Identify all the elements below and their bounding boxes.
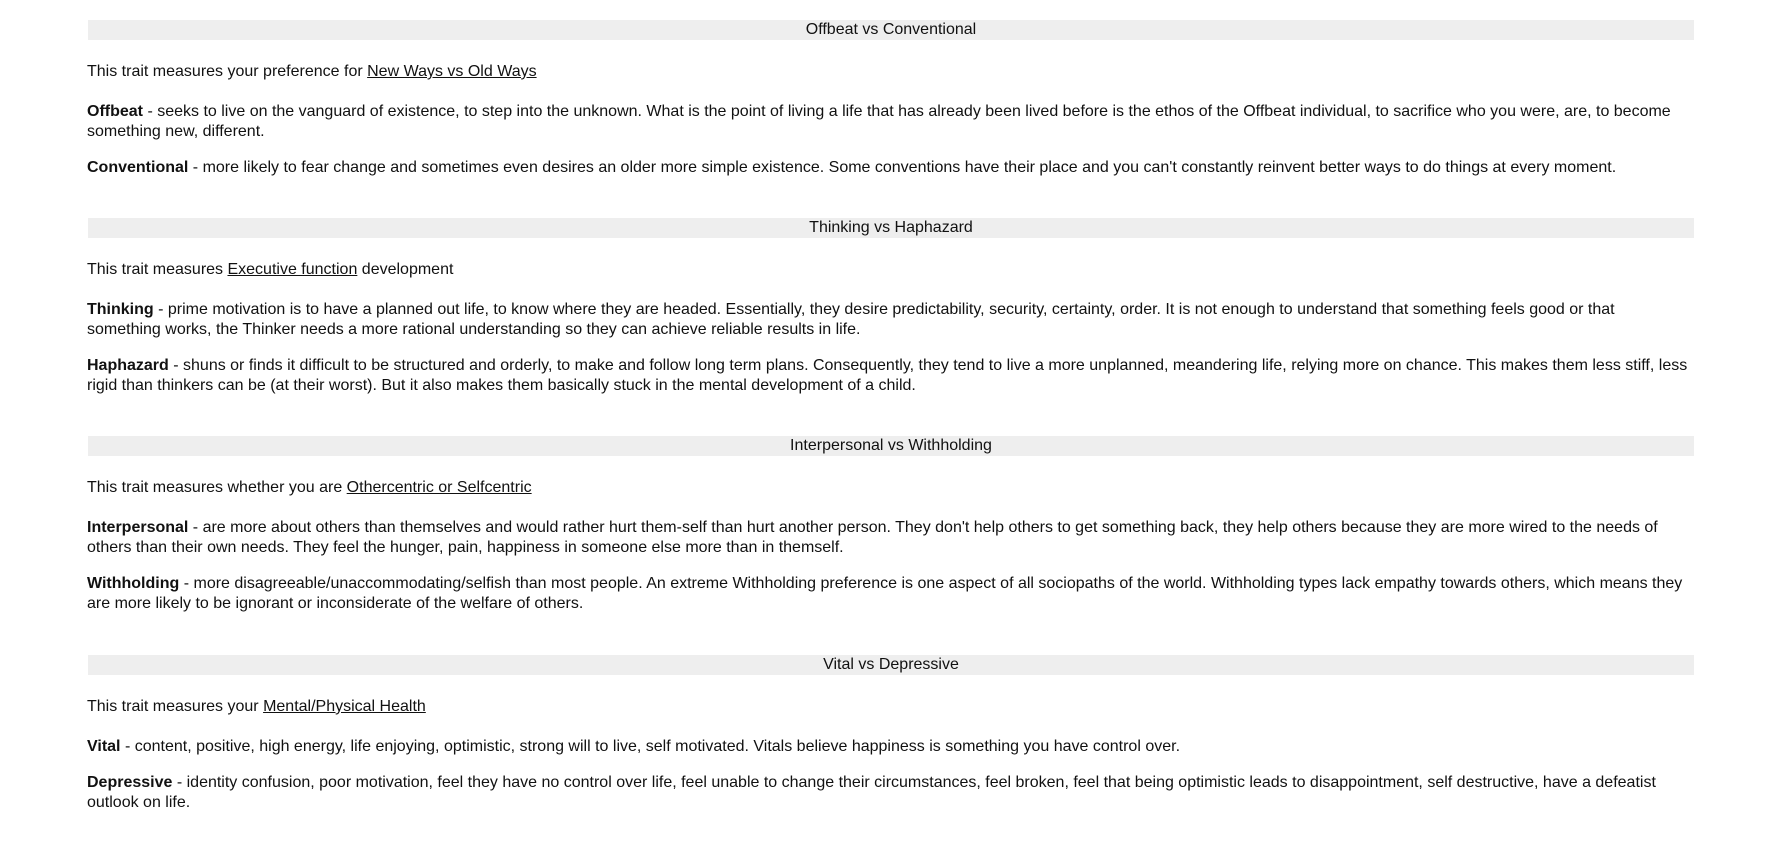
trait-section-thinking-haphazard: Thinking vs Haphazard This trait measure… <box>87 218 1694 396</box>
trait-intro: This trait measures Executive function d… <box>87 260 1694 280</box>
trait-name: Thinking <box>87 301 154 318</box>
section-title: Thinking vs Haphazard <box>88 218 1694 238</box>
intro-link[interactable]: Othercentric or Selfcentric <box>347 479 532 496</box>
trait-intro: This trait measures whether you are Othe… <box>87 478 1694 498</box>
trait-name: Depressive <box>87 774 173 791</box>
trait-text: - content, positive, high energy, life e… <box>120 738 1181 755</box>
trait-section-interpersonal-withholding: Interpersonal vs Withholding This trait … <box>87 436 1694 614</box>
trait-text: - prime motivation is to have a planned … <box>87 301 1615 338</box>
trait-section-vital-depressive: Vital vs Depressive This trait measures … <box>87 655 1694 813</box>
trait-name: Vital <box>87 738 121 755</box>
section-title: Interpersonal vs Withholding <box>88 436 1694 456</box>
section-title: Vital vs Depressive <box>88 655 1694 675</box>
trait-name: Interpersonal <box>87 519 189 536</box>
trait-description: Conventional - more likely to fear chang… <box>87 158 1694 178</box>
trait-text: - shuns or finds it difficult to be stru… <box>87 357 1688 394</box>
intro-link[interactable]: New Ways vs Old Ways <box>367 63 537 80</box>
intro-link[interactable]: Mental/Physical Health <box>263 698 426 715</box>
trait-name: Withholding <box>87 575 180 592</box>
trait-section-offbeat-conventional: Offbeat vs Conventional This trait measu… <box>87 20 1694 178</box>
intro-prefix: This trait measures your preference for <box>87 63 368 80</box>
trait-description: Depressive - identity confusion, poor mo… <box>87 773 1694 813</box>
trait-name: Conventional <box>87 159 189 176</box>
trait-intro: This trait measures your Mental/Physical… <box>87 697 1694 717</box>
trait-text: - more disagreeable/unaccommodating/self… <box>87 575 1683 612</box>
trait-text: - identity confusion, poor motivation, f… <box>87 774 1656 811</box>
trait-descriptions-page: Offbeat vs Conventional This trait measu… <box>0 0 1772 841</box>
trait-name: Haphazard <box>87 357 169 374</box>
intro-prefix: This trait measures your <box>87 698 264 715</box>
trait-text: - more likely to fear change and sometim… <box>188 159 1617 176</box>
intro-prefix: This trait measures whether you are <box>87 479 347 496</box>
intro-prefix: This trait measures <box>87 261 228 278</box>
trait-description: Thinking - prime motivation is to have a… <box>87 300 1694 340</box>
trait-text: - seeks to live on the vanguard of exist… <box>87 103 1671 140</box>
intro-suffix: development <box>357 261 454 278</box>
intro-link[interactable]: Executive function <box>227 261 357 278</box>
trait-description: Haphazard - shuns or finds it difficult … <box>87 356 1694 396</box>
trait-description: Vital - content, positive, high energy, … <box>87 737 1694 757</box>
section-title: Offbeat vs Conventional <box>88 20 1694 40</box>
trait-text: - are more about others than themselves … <box>87 519 1658 556</box>
trait-intro: This trait measures your preference for … <box>87 62 1694 82</box>
trait-description: Interpersonal - are more about others th… <box>87 518 1694 558</box>
trait-name: Offbeat <box>87 103 143 120</box>
trait-description: Offbeat - seeks to live on the vanguard … <box>87 102 1694 142</box>
trait-description: Withholding - more disagreeable/unaccomm… <box>87 574 1694 614</box>
